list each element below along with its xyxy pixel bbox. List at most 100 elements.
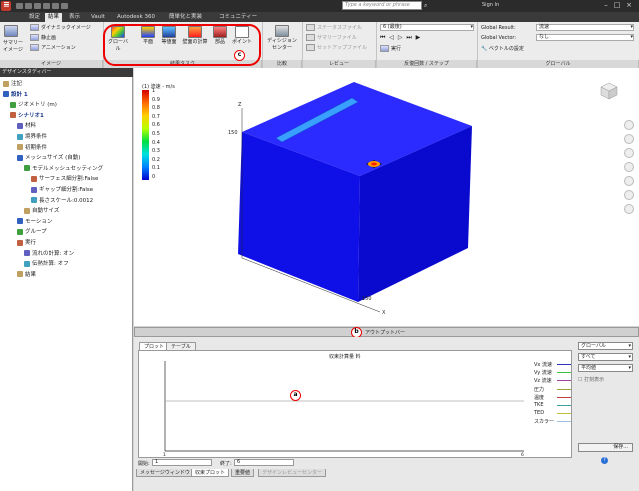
tree-item-label: 伝熱計算: オフ — [32, 261, 69, 268]
3d-viewport[interactable]: (1) 流速 - m/s 1 0.9 0.8 0.7 0.6 0.5 0.4 0.3 0.2 0.… — [134, 68, 639, 326]
tree-item[interactable]: モーション — [0, 217, 52, 228]
walk-icon[interactable] — [624, 190, 634, 200]
run-button[interactable]: 実行 — [380, 45, 401, 52]
run-icon — [380, 45, 389, 52]
tab-design-review-center[interactable]: デザインレビューセンター — [258, 469, 327, 477]
save-button[interactable]: 保存... — [578, 443, 633, 452]
status-file-button[interactable]: ステータスファイル — [306, 24, 362, 31]
tab-view[interactable]: 表示 — [66, 13, 83, 22]
orbit-icon[interactable] — [624, 120, 634, 130]
summary-image-label: サマリー イメージ — [2, 40, 23, 53]
point-task-button[interactable]: ポイント — [230, 26, 254, 45]
sign-in-link[interactable]: Sign In — [482, 2, 499, 8]
maximize-icon[interactable]: □ — [613, 1, 621, 9]
summary-file-button[interactable]: サマリーファイル — [306, 34, 357, 41]
global-icon — [111, 26, 125, 38]
tree-item[interactable]: 注記 — [0, 79, 22, 90]
axis-x-label: X — [382, 310, 386, 316]
part-task-button[interactable]: 部品 — [210, 26, 230, 45]
tree-item[interactable]: 設計 1 — [0, 90, 28, 101]
tab-community[interactable]: コミュニティー — [216, 13, 260, 22]
wall-calc-task-button[interactable]: 壁面の計算 — [180, 26, 210, 45]
tree-node-icon — [17, 271, 23, 278]
tab-simplify[interactable]: 簡単化と実装 — [166, 13, 205, 22]
tab-message-window[interactable]: メッセージウィンドウ — [136, 469, 194, 477]
search-icon[interactable]: ⌕ — [424, 2, 427, 10]
tree-node-icon — [17, 154, 23, 161]
tab-plot[interactable]: プロット — [139, 342, 170, 350]
quick-access-dropdown-icon[interactable] — [61, 3, 68, 9]
redo-icon[interactable] — [52, 3, 59, 9]
plane-task-button[interactable]: 平面 — [138, 26, 158, 45]
tab-table[interactable]: テーブル — [166, 342, 196, 350]
tree-item[interactable]: サーフェス細分割:False — [0, 174, 98, 185]
tab-settings[interactable]: 設定 — [26, 13, 43, 22]
dynamic-image-button[interactable]: ダイナミックイメージ — [30, 24, 91, 31]
quantity-select[interactable]: すべて ▾ — [578, 353, 633, 361]
tree-item[interactable]: 伝熱計算: オフ — [0, 259, 69, 270]
convergence-plot: 収束計算量 料 1 6 Vx 流速 Vy 流速 Vz 流速 圧力 温度 TKE TED スカラ… — [138, 350, 572, 458]
help-icon[interactable]: ? — [601, 457, 608, 464]
fit-icon[interactable] — [624, 162, 634, 172]
pan-icon[interactable] — [624, 148, 634, 158]
isosurface-task-button[interactable]: 等値面 — [158, 26, 180, 45]
plot-legend-label: 温度 — [534, 394, 545, 401]
step-nav-controls[interactable]: ⏮ ◁ ▷ ⏭ ▶ — [380, 34, 421, 42]
decision-center-button[interactable]: ディシジョン センター — [266, 25, 298, 51]
scope-select[interactable]: グローバル ▾ — [578, 342, 633, 350]
global-task-button[interactable]: グローバル — [106, 26, 130, 52]
global-result-select[interactable]: 流速 ▾ — [536, 24, 634, 31]
open-file-icon[interactable] — [25, 3, 32, 9]
view-cube[interactable] — [599, 81, 619, 101]
tree-item-label: ギャップ細分割:False — [39, 187, 94, 193]
end-label: 終了: — [220, 461, 232, 467]
tree-item[interactable]: グループ — [0, 227, 47, 238]
tree-item[interactable]: 境界条件 — [0, 132, 47, 143]
plot-legend-label: Vy 流速 — [534, 370, 552, 377]
tree-item[interactable]: 流れの計算: オン — [0, 249, 74, 260]
animation-button[interactable]: アニメーション — [30, 44, 76, 51]
tree-item[interactable]: 長さスケール:0.0012 — [0, 196, 93, 207]
tab-convergence-plot[interactable]: 収束プロット — [191, 469, 230, 477]
tree-item[interactable]: 実行 — [0, 238, 36, 249]
search-input[interactable]: Type a keyword or phrase — [342, 1, 422, 10]
section-icon[interactable] — [624, 204, 634, 214]
summary-image-button[interactable] — [4, 25, 18, 37]
tab-autodesk-360[interactable]: Autodesk 360 — [114, 13, 158, 22]
timestamp-checkbox[interactable]: ☐ 打刻表示 — [578, 376, 604, 383]
global-vector-select[interactable]: なし ▾ — [536, 34, 634, 41]
tree-item[interactable]: メッシュサイズ (自動) — [0, 153, 80, 164]
tree-item[interactable]: ギャップ細分割:False — [0, 185, 93, 196]
app-window: ≡ Type a keyword or phrase ⌕ Sign In – □… — [0, 0, 639, 491]
tree-item[interactable]: シナリオ1 — [0, 111, 44, 122]
ribbon-tabs: 設定 結果 表示 Vault Autodesk 360 簡単化と実装 コミュニテ… — [0, 12, 639, 22]
statistic-select[interactable]: 平均値 ▾ — [578, 364, 633, 372]
tree-item-label: 結果 — [25, 271, 37, 278]
camera-icon — [4, 25, 18, 37]
tree-item[interactable]: 初期条件 — [0, 143, 47, 154]
start-label: 開始: — [138, 461, 150, 467]
save-icon[interactable] — [34, 3, 41, 9]
still-image-button[interactable]: 静止画 — [30, 34, 56, 41]
tree-item[interactable]: 材料 — [0, 121, 36, 132]
end-input[interactable]: 6 — [234, 459, 294, 466]
new-file-icon[interactable] — [16, 3, 23, 9]
tab-critical-values[interactable]: 重要値 — [231, 469, 255, 477]
tree-item[interactable]: 結果 — [0, 270, 36, 281]
close-icon[interactable]: × — [625, 1, 633, 9]
tab-vault[interactable]: Vault — [88, 13, 108, 22]
tree-item[interactable]: モデルメッシュセッティング — [0, 164, 103, 175]
output-bar[interactable]: b アウトプットバー — [134, 327, 639, 338]
look-icon[interactable] — [624, 176, 634, 186]
zoom-icon[interactable] — [624, 134, 634, 144]
setup-file-button[interactable]: セットアップファイル — [306, 44, 367, 51]
tree-item[interactable]: ジオメトリ (m) — [0, 100, 57, 111]
vector-settings-button[interactable]: 🔧 ベクトルの設定 — [481, 45, 524, 52]
minimize-icon[interactable]: – — [602, 1, 610, 9]
start-input[interactable]: 1 — [152, 459, 212, 466]
undo-icon[interactable] — [43, 3, 50, 9]
step-select[interactable]: 6 (最後) ▾ — [380, 24, 474, 31]
tab-results[interactable]: 結果 — [45, 13, 63, 22]
tree-item[interactable]: 自動サイズ — [0, 206, 59, 217]
dynamic-image-icon — [30, 24, 39, 31]
